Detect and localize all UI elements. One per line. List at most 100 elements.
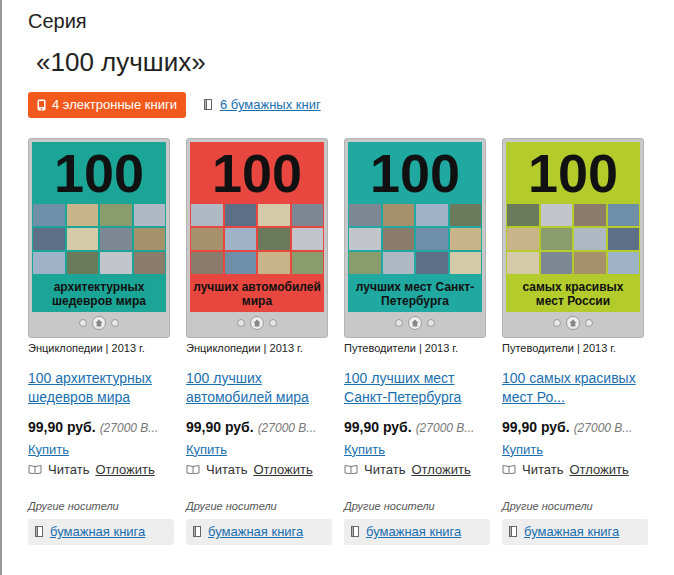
defer-link[interactable]: Отложить	[95, 461, 154, 478]
book-card: 100 архитектурных шедевров мира Энциклопед…	[28, 138, 178, 545]
book-meta: Путеводители | 2013 г.	[344, 341, 494, 355]
cover-photos	[506, 204, 640, 274]
cover-art: 100 архитектурных шедевров мира	[32, 142, 166, 312]
book-card: 100 лучших мест Санкт-Петербурга Путеводит…	[344, 138, 494, 545]
book-meta: Энциклопедии | 2013 г.	[28, 341, 178, 355]
open-book-icon	[186, 464, 200, 474]
book-cover[interactable]: 100 архитектурных шедевров мира	[28, 138, 170, 338]
book-meta: Путеводители | 2013 г.	[502, 341, 652, 355]
book-bonus: (27000 В...	[574, 419, 633, 437]
pager-dot[interactable]	[269, 319, 277, 327]
cover-number: 100	[370, 144, 460, 202]
book-actions: Читать Отложить	[344, 461, 494, 478]
cover-pager	[348, 312, 482, 334]
book-title-link[interactable]: 100 лучших автомобилей мира	[186, 369, 336, 407]
cover-pager	[190, 312, 324, 334]
cover-art: 100 лучших мест Санкт-Петербурга	[348, 142, 482, 312]
cover-number: 100	[528, 144, 618, 202]
buy-link[interactable]: Купить	[186, 441, 336, 458]
cover-art: 100 самых красивых мест России	[506, 142, 640, 312]
book-actions: Читать Отложить	[502, 461, 652, 478]
paper-book-button[interactable]: бумажная книга	[186, 519, 332, 545]
book-icon	[35, 526, 43, 537]
book-actions: Читать Отложить	[186, 461, 336, 478]
book-cover[interactable]: 100 самых красивых мест России	[502, 138, 644, 338]
other-formats-label: Другие носители	[344, 498, 494, 515]
read-link[interactable]: Читать	[522, 461, 563, 478]
book-bonus: (27000 В...	[258, 419, 317, 437]
format-tab[interactable]: 6 бумажных книг	[204, 92, 321, 117]
pager-dot[interactable]	[79, 319, 87, 327]
buy-link[interactable]: Купить	[28, 441, 178, 458]
book-meta: Энциклопедии | 2013 г.	[186, 341, 336, 355]
defer-link[interactable]: Отложить	[253, 461, 312, 478]
pager-dot[interactable]	[395, 319, 403, 327]
phone-icon	[37, 99, 46, 111]
buy-link[interactable]: Купить	[502, 441, 652, 458]
series-label: Серия	[28, 8, 674, 34]
cover-number: 100	[54, 144, 144, 202]
paper-book-link[interactable]: бумажная книга	[524, 522, 619, 542]
paper-book-button[interactable]: бумажная книга	[28, 519, 174, 545]
open-book-icon	[344, 464, 358, 474]
price-row: 99,90 руб.(27000 В...	[28, 417, 178, 438]
price-row: 99,90 руб.(27000 В...	[502, 417, 652, 438]
other-formats-label: Другие носители	[28, 498, 178, 515]
book-icon	[204, 99, 212, 110]
book-bonus: (27000 В...	[416, 419, 475, 437]
open-book-icon	[502, 464, 516, 474]
book-title-link[interactable]: 100 лучших мест Санкт-Петербурга	[344, 369, 494, 407]
read-link[interactable]: Читать	[206, 461, 247, 478]
defer-link[interactable]: Отложить	[411, 461, 470, 478]
defer-link[interactable]: Отложить	[569, 461, 628, 478]
book-list: 100 архитектурных шедевров мира Энциклопед…	[28, 138, 674, 545]
home-icon[interactable]	[408, 316, 422, 330]
read-link[interactable]: Читать	[48, 461, 89, 478]
book-icon	[351, 526, 359, 537]
book-actions: Читать Отложить	[28, 461, 178, 478]
pager-dot[interactable]	[111, 319, 119, 327]
cover-title: лучших мест Санкт-Петербурга	[348, 280, 482, 308]
pager-dot[interactable]	[585, 319, 593, 327]
paper-book-button[interactable]: бумажная книга	[502, 519, 648, 545]
tab-label: 4 электронные книги	[52, 95, 177, 115]
cover-pager	[506, 312, 640, 334]
home-icon[interactable]	[250, 316, 264, 330]
pager-dot[interactable]	[427, 319, 435, 327]
pager-dot[interactable]	[553, 319, 561, 327]
tab-label[interactable]: 6 бумажных книг	[220, 95, 321, 115]
book-title-link[interactable]: 100 самых красивых мест Ро...	[502, 369, 652, 407]
price-row: 99,90 руб.(27000 В...	[344, 417, 494, 438]
book-title-link[interactable]: 100 архитектурных шедевров мира	[28, 369, 178, 407]
read-link[interactable]: Читать	[364, 461, 405, 478]
cover-photos	[348, 204, 482, 274]
format-tab[interactable]: 4 электронные книги	[28, 92, 186, 118]
paper-book-button[interactable]: бумажная книга	[344, 519, 490, 545]
cover-title: самых красивых мест России	[506, 280, 640, 308]
book-icon	[193, 526, 201, 537]
cover-photos	[32, 204, 166, 274]
book-price: 99,90 руб.	[502, 417, 570, 438]
open-book-icon	[28, 464, 42, 474]
home-icon[interactable]	[566, 316, 580, 330]
cover-title: лучших автомобилей мира	[190, 280, 324, 308]
paper-book-link[interactable]: бумажная книга	[366, 522, 461, 542]
other-formats-label: Другие носители	[186, 498, 336, 515]
price-row: 99,90 руб.(27000 В...	[186, 417, 336, 438]
book-card: 100лучших автомобилей мира Энциклопедии |…	[186, 138, 336, 545]
paper-book-link[interactable]: бумажная книга	[208, 522, 303, 542]
cover-photos	[190, 204, 324, 274]
book-cover[interactable]: 100лучших автомобилей мира	[186, 138, 328, 338]
paper-book-link[interactable]: бумажная книга	[50, 522, 145, 542]
pager-dot[interactable]	[237, 319, 245, 327]
book-icon	[509, 526, 517, 537]
buy-link[interactable]: Купить	[344, 441, 494, 458]
book-cover[interactable]: 100 лучших мест Санкт-Петербурга	[344, 138, 486, 338]
book-price: 99,90 руб.	[344, 417, 412, 438]
cover-pager	[32, 312, 166, 334]
home-icon[interactable]	[92, 316, 106, 330]
cover-art: 100лучших автомобилей мира	[190, 142, 324, 312]
cover-title: архитектурных шедевров мира	[32, 280, 166, 308]
book-price: 99,90 руб.	[28, 417, 96, 438]
book-bonus: (27000 В...	[100, 419, 159, 437]
